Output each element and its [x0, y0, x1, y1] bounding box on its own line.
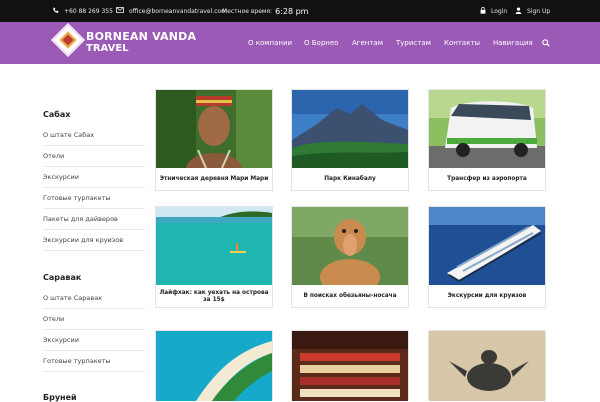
- tour-card[interactable]: Парк Кинабалу: [291, 89, 409, 191]
- tour-card[interactable]: [291, 330, 409, 401]
- sidebar-item-sabah-packages[interactable]: Готовые турпакеты: [43, 188, 145, 209]
- search-icon[interactable]: [542, 22, 550, 64]
- nav-item-tourists[interactable]: Туристам: [396, 22, 431, 64]
- time-label: Местное время:: [222, 7, 273, 15]
- phone-contact[interactable]: +60 88 269 355: [52, 0, 113, 22]
- sidebar-item-sarawak-packages[interactable]: Готовые турпакеты: [43, 351, 145, 372]
- login-label: Login: [491, 7, 508, 15]
- island-lagoon-photo: [156, 207, 272, 285]
- tour-card[interactable]: Трансфер из аэропорта: [428, 89, 546, 191]
- time-value: 6:28 pm: [275, 6, 309, 16]
- email-address: office@borneanvandatravel.com: [129, 7, 227, 15]
- email-contact[interactable]: office@borneanvandatravel.com: [116, 0, 227, 22]
- card-caption[interactable]: В поисках обезьяны-носача: [294, 287, 406, 307]
- sidebar-item-sarawak-about[interactable]: О штате Саравак: [43, 288, 145, 309]
- proboscis-monkey-photo: [292, 207, 408, 285]
- aerial-island-photo: [156, 331, 272, 401]
- sidebar-item-sabah-about[interactable]: О штате Сабах: [43, 125, 145, 146]
- sea-turtle-photo: [429, 331, 545, 401]
- sidebar-item-sarawak-tours[interactable]: Экскурсии: [43, 330, 145, 351]
- card-caption[interactable]: Экскурсии для круизов: [431, 287, 543, 307]
- mountain-photo: [292, 90, 408, 168]
- card-caption[interactable]: Трансфер из аэропорта: [431, 170, 543, 190]
- sidebar-item-sabah-tours[interactable]: Экскурсии: [43, 167, 145, 188]
- nav-item-borneo[interactable]: О Борнео: [304, 22, 338, 64]
- brand-subname[interactable]: TRAVEL: [86, 43, 129, 54]
- sidebar-item-sabah-diving[interactable]: Пакеты для дайверов: [43, 209, 145, 230]
- nav-item-about[interactable]: О компании: [248, 22, 292, 64]
- market-stall-photo: [292, 331, 408, 401]
- card-caption[interactable]: Лайфхак: как уехать на острова за 15$: [158, 287, 270, 307]
- top-bar: +60 88 269 355 office@borneanvandatravel…: [0, 0, 600, 22]
- sidebar-item-sabah-hotels[interactable]: Отели: [43, 146, 145, 167]
- phone-icon: [52, 7, 59, 16]
- signup-link[interactable]: Sign Up: [515, 0, 550, 22]
- phone-number: +60 88 269 355: [64, 7, 113, 15]
- tour-card[interactable]: [428, 330, 546, 401]
- sidebar-item-sarawak-hotels[interactable]: Отели: [43, 309, 145, 330]
- minivan-photo: [429, 90, 545, 168]
- mail-icon: [116, 7, 124, 15]
- nav-item-contacts[interactable]: Контакты: [444, 22, 480, 64]
- tour-card[interactable]: Этническая деревня Мари Мари: [155, 89, 273, 191]
- nav-item-agents[interactable]: Агентам: [352, 22, 383, 64]
- user-icon: [515, 6, 522, 16]
- tour-card[interactable]: Лайфхак: как уехать на острова за 15$: [155, 206, 273, 308]
- signup-label: Sign Up: [527, 7, 551, 15]
- sidebar-heading-sarawak: Саравак: [43, 273, 82, 282]
- lock-icon: [480, 6, 486, 16]
- local-time: Местное время: 6:28 pm: [222, 0, 308, 22]
- tour-card[interactable]: В поисках обезьяны-носача: [291, 206, 409, 308]
- tribal-man-photo: [156, 90, 272, 168]
- brand-name[interactable]: BORNEAN VANDA: [86, 30, 196, 43]
- tour-card[interactable]: Экскурсии для круизов: [428, 206, 546, 308]
- sidebar-heading-brunei: Бруней: [43, 393, 77, 402]
- sidebar-item-sabah-cruise[interactable]: Экскурсии для круизов: [43, 230, 145, 251]
- card-caption[interactable]: Парк Кинабалу: [294, 170, 406, 190]
- cruise-ship-photo: [429, 207, 545, 285]
- sidebar-heading-sabah: Сабах: [43, 110, 71, 119]
- nav-item-navigation[interactable]: Навигация: [493, 22, 533, 64]
- card-caption[interactable]: Этническая деревня Мари Мари: [158, 170, 270, 190]
- tour-card[interactable]: [155, 330, 273, 401]
- login-link[interactable]: Login: [480, 0, 507, 22]
